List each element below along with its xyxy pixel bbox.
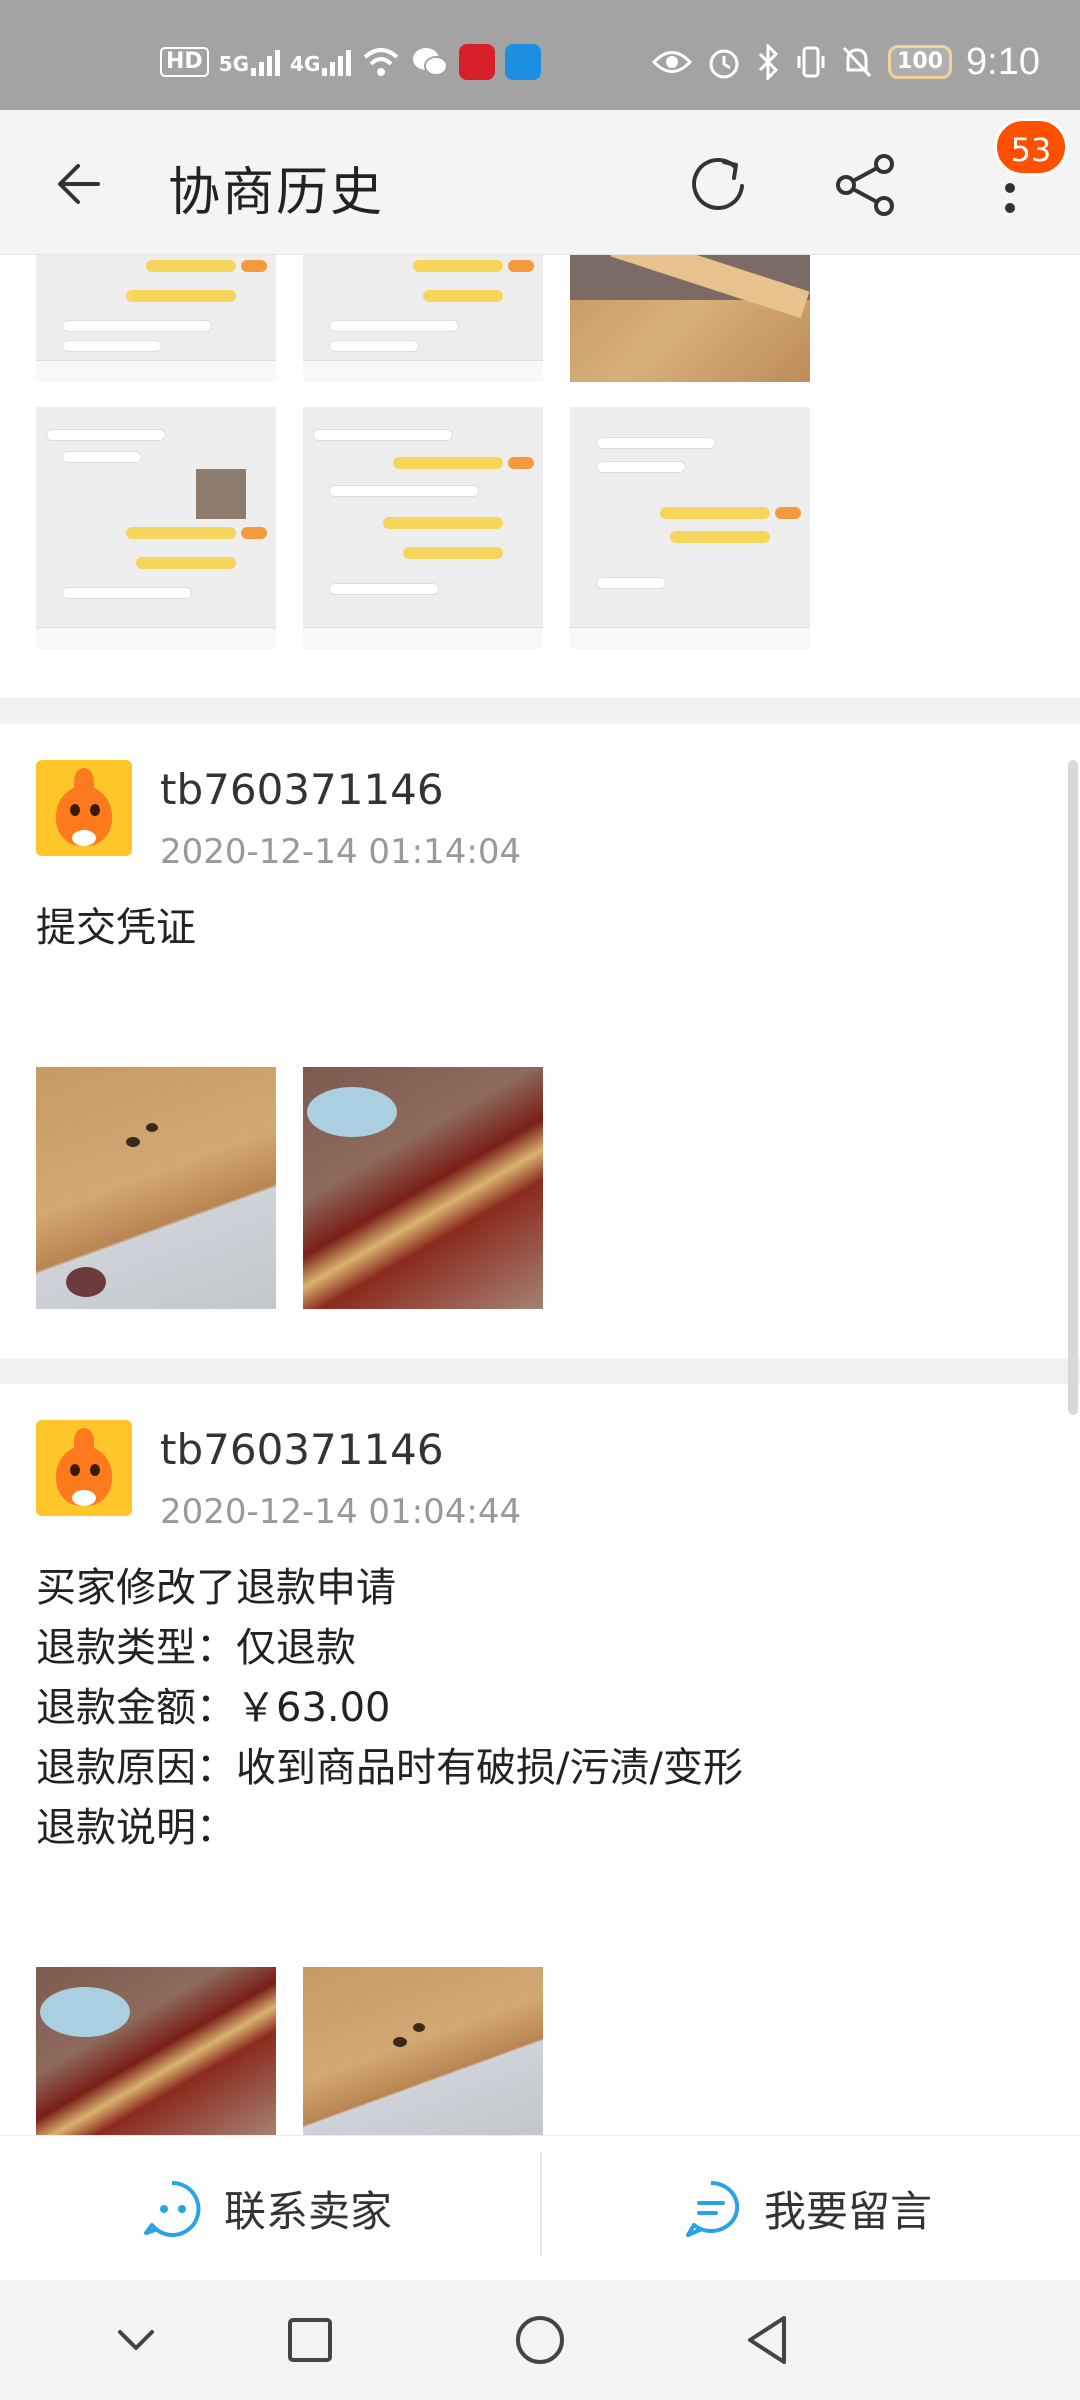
scrollbar[interactable] xyxy=(1068,760,1078,1415)
hd-icon: HD xyxy=(160,47,209,77)
share-icon[interactable] xyxy=(830,150,900,220)
leave-message-button[interactable]: 我要留言 xyxy=(680,2136,932,2281)
mute-icon xyxy=(842,46,872,78)
clock: 9:10 xyxy=(966,40,1040,83)
wood-floor-photo-thumb[interactable] xyxy=(570,255,810,382)
refund-reason: 退款原因：收到商品时有破损/污渍/变形 xyxy=(36,1745,743,1791)
status-bar: HD 5G 4G 100 9:10 xyxy=(0,0,1080,110)
section-divider xyxy=(0,698,1080,724)
app-red-icon xyxy=(459,44,496,80)
contact-seller-label: 联系卖家 xyxy=(224,2187,393,2236)
notification-badge: 53 xyxy=(994,118,1068,176)
bluetooth-icon xyxy=(759,44,779,80)
wood-board-photo-thumb[interactable] xyxy=(303,1967,543,2135)
status-left-icons: HD 5G 4G xyxy=(160,42,542,82)
record-text: 提交凭证 xyxy=(36,905,196,951)
bottom-action-bar: 联系卖家 我要留言 xyxy=(0,2135,1080,2280)
timestamp: 2020-12-14 01:14:04 xyxy=(160,832,522,872)
leave-message-label: 我要留言 xyxy=(764,2187,933,2236)
eye-icon xyxy=(652,51,693,73)
avatar xyxy=(36,760,132,856)
chat-screenshot-thumb[interactable] xyxy=(570,407,810,649)
negotiation-list[interactable]: tb760371146 2020-12-14 01:14:04 提交凭证 tb7… xyxy=(0,255,1080,2135)
action-divider xyxy=(540,2152,542,2256)
wood-board-stack-photo-thumb[interactable] xyxy=(303,1067,543,1309)
chat-screenshot-thumb[interactable] xyxy=(303,255,543,382)
chat-screenshot-thumb[interactable] xyxy=(36,407,276,649)
status-right-icons: 100 9:10 xyxy=(652,40,1040,84)
app-blue-icon xyxy=(505,44,542,80)
chat-screenshot-thumb[interactable] xyxy=(36,255,276,382)
signal-5g-icon: 5G xyxy=(219,48,281,76)
wood-board-stack-photo-thumb[interactable] xyxy=(36,1967,276,2135)
signal-4g-icon: 4G xyxy=(290,48,352,76)
chat-screenshot-thumb[interactable] xyxy=(303,407,543,649)
username: tb760371146 xyxy=(160,1425,444,1474)
message-icon xyxy=(686,2180,740,2237)
refund-change-title: 买家修改了退款申请 xyxy=(36,1565,396,1611)
battery-icon: 100 xyxy=(888,45,953,79)
refresh-icon[interactable] xyxy=(684,150,754,220)
nav-back-icon[interactable] xyxy=(736,2308,800,2372)
contact-seller-button[interactable]: 联系卖家 xyxy=(142,2136,392,2281)
header: 协商历史 xyxy=(0,110,1080,255)
nav-collapse-icon[interactable] xyxy=(104,2308,168,2372)
avatar xyxy=(36,1420,132,1516)
alarm-icon xyxy=(709,49,739,79)
timestamp: 2020-12-14 01:04:44 xyxy=(160,1492,522,1532)
system-nav-bar xyxy=(0,2280,1080,2400)
back-arrow-icon[interactable] xyxy=(52,154,112,214)
wechat-icon xyxy=(413,48,449,76)
nav-recents-icon[interactable] xyxy=(278,2308,342,2372)
refund-note: 退款说明： xyxy=(36,1805,236,1851)
wifi-icon xyxy=(364,48,399,76)
chat-bot-icon xyxy=(144,2180,201,2237)
refund-type: 退款类型：仅退款 xyxy=(36,1625,356,1671)
refund-amount: 退款金额：￥63.00 xyxy=(36,1685,391,1731)
page-title: 协商历史 xyxy=(168,163,385,223)
nav-home-icon[interactable] xyxy=(508,2308,572,2372)
wood-board-photo-thumb[interactable] xyxy=(36,1067,276,1309)
section-divider xyxy=(0,1358,1080,1384)
vibrate-icon xyxy=(797,46,825,78)
username: tb760371146 xyxy=(160,765,444,814)
